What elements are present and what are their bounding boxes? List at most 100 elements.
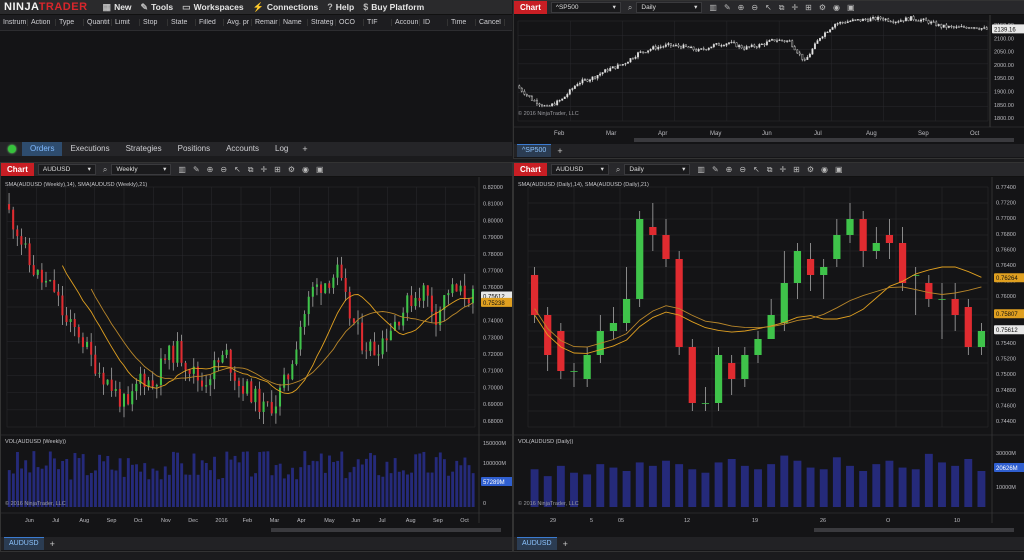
bar-chart-icon[interactable]: ▥ — [697, 165, 705, 174]
template-icon[interactable]: ◉ — [833, 3, 840, 12]
tab-strategies[interactable]: Strategies — [118, 142, 170, 156]
time-axis-label: Mar — [270, 518, 280, 524]
tab-executions[interactable]: Executions — [62, 142, 117, 156]
column-header[interactable]: Type — [56, 19, 84, 26]
pencil-icon[interactable]: ✎ — [712, 165, 719, 174]
pencil-icon[interactable]: ✎ — [193, 165, 200, 174]
search-icon[interactable]: ⌕ — [103, 165, 107, 175]
column-header[interactable]: Time — [448, 19, 476, 26]
volume-bar — [196, 474, 200, 507]
volume-bar — [911, 469, 920, 507]
tab-positions[interactable]: Positions — [170, 142, 218, 156]
indicators-icon[interactable]: ⊞ — [805, 3, 812, 12]
menu-connections[interactable]: ⚡ Connections — [253, 2, 319, 13]
zoom-out-icon[interactable]: ⊖ — [739, 165, 746, 174]
period-selector[interactable]: Daily ▾ — [624, 164, 691, 175]
menu-tools[interactable]: ✎ Tools — [141, 2, 174, 13]
pointer-icon[interactable]: ↖ — [765, 3, 772, 12]
tab-orders[interactable]: Orders — [22, 142, 63, 156]
zoom-out-icon[interactable]: ⊖ — [220, 165, 227, 174]
pencil-icon[interactable]: ✎ — [724, 3, 731, 12]
horizontal-scrollbar[interactable] — [814, 528, 1014, 532]
volume-bar — [130, 464, 134, 507]
tab-accounts[interactable]: Accounts — [218, 142, 267, 156]
zoom-in-icon[interactable]: ⊕ — [738, 3, 745, 12]
indicators-icon[interactable]: ⊞ — [274, 165, 281, 174]
price-axis-label: 0.77000 — [996, 216, 1016, 222]
add-tab-button[interactable]: + — [50, 539, 55, 549]
add-tab-button[interactable]: + — [557, 146, 562, 156]
audusd-weekly-chart[interactable]: SMA(AUDUSD (Weekly),14), SMA(AUDUSD (Wee… — [1, 177, 512, 537]
weekly-candle — [324, 283, 327, 295]
horizontal-scrollbar[interactable] — [271, 528, 501, 532]
column-header[interactable]: Limit — [112, 19, 140, 26]
price-axis-label: 0.74400 — [996, 419, 1016, 425]
tab-aud-weekly[interactable]: AUDUSD — [4, 537, 44, 550]
column-header[interactable]: Instrum — [0, 19, 28, 26]
copy-icon[interactable]: ⧉ — [779, 3, 785, 13]
menu-new[interactable]: ▦ New — [103, 2, 132, 13]
column-header[interactable]: Quantit — [84, 19, 112, 26]
column-header[interactable]: TIF — [364, 19, 392, 26]
bar-chart-icon[interactable]: ▥ — [178, 165, 186, 174]
period-selector[interactable]: Weekly ▾ — [111, 164, 172, 175]
column-header[interactable]: ID — [420, 19, 448, 26]
zoom-in-icon[interactable]: ⊕ — [207, 165, 214, 174]
properties-icon[interactable]: ▣ — [316, 165, 324, 174]
pointer-icon[interactable]: ↖ — [234, 165, 241, 174]
column-header[interactable]: State — [168, 19, 196, 26]
period-selector[interactable]: Daily ▾ — [636, 2, 703, 13]
properties-icon[interactable]: ▣ — [847, 3, 855, 12]
zoom-out-icon[interactable]: ⊖ — [751, 3, 758, 12]
template-icon[interactable]: ◉ — [302, 165, 309, 174]
zoom-in-icon[interactable]: ⊕ — [726, 165, 733, 174]
add-tab-button[interactable]: + — [563, 539, 568, 549]
menu-workspaces[interactable]: ▭ Workspaces — [182, 2, 243, 13]
volume-bar — [16, 451, 19, 507]
properties-icon[interactable]: ▣ — [835, 165, 843, 174]
time-axis-label: 29 — [550, 518, 556, 524]
strategies-icon[interactable]: ⚙ — [288, 165, 295, 174]
menu-help[interactable]: ? Help — [327, 2, 354, 13]
tab-spx[interactable]: ^SP500 — [517, 144, 552, 157]
chart-tab-bar: ^SP500 + — [514, 144, 1024, 157]
column-header[interactable]: Strateg — [308, 19, 336, 26]
copy-icon[interactable]: ⧉ — [767, 165, 773, 175]
bar-chart-icon[interactable]: ▥ — [709, 3, 717, 12]
copy-icon[interactable]: ⧉ — [248, 165, 254, 175]
column-header[interactable]: Remair — [252, 19, 280, 26]
volume-bar — [110, 469, 114, 507]
strategies-icon[interactable]: ⚙ — [819, 3, 826, 12]
instrument-selector[interactable]: ^SP500 ▾ — [550, 2, 621, 13]
tab-aud-daily[interactable]: AUDUSD — [517, 537, 557, 550]
indicators-icon[interactable]: ⊞ — [793, 165, 800, 174]
column-header[interactable]: Action — [28, 19, 56, 26]
menu-buy-platform[interactable]: $ Buy Platform — [363, 2, 424, 13]
sp500-candle — [568, 88, 571, 96]
instrument-selector[interactable]: AUDUSD ▾ — [37, 164, 96, 175]
sp500-price-chart[interactable]: 2150.002100.002050.002000.001950.001900.… — [514, 15, 1024, 144]
search-icon[interactable]: ⌕ — [628, 3, 632, 13]
column-header[interactable]: OCO — [336, 19, 364, 26]
instrument-selector[interactable]: AUDUSD ▾ — [550, 164, 609, 175]
pointer-icon[interactable]: ↖ — [753, 165, 760, 174]
crosshair-icon[interactable]: ✛ — [779, 165, 786, 174]
add-tab-button[interactable]: + — [302, 144, 307, 154]
indicator-label: SMA(AUDUSD (Weekly),14), SMA(AUDUSD (Wee… — [5, 182, 147, 188]
sp500-candle — [556, 99, 559, 106]
search-icon[interactable]: ⌕ — [616, 165, 620, 175]
crosshair-icon[interactable]: ✛ — [791, 3, 798, 12]
tab-log[interactable]: Log — [267, 142, 296, 156]
column-header[interactable]: Avg. pr — [224, 19, 252, 26]
column-header[interactable]: Stop — [140, 19, 168, 26]
audusd-daily-chart[interactable]: SMA(AUDUSD (Daily),14), SMA(AUDUSD (Dail… — [514, 177, 1024, 537]
strategies-icon[interactable]: ⚙ — [807, 165, 814, 174]
crosshair-icon[interactable]: ✛ — [260, 165, 267, 174]
column-header[interactable]: Accoun — [392, 19, 420, 26]
column-header[interactable]: Filled — [196, 19, 224, 26]
indicator-label: SMA(AUDUSD (Daily),14), SMA(AUDUSD (Dail… — [518, 182, 649, 188]
horizontal-scrollbar[interactable] — [634, 138, 1014, 142]
column-header[interactable]: Cancel — [476, 19, 505, 26]
template-icon[interactable]: ◉ — [821, 165, 828, 174]
column-header[interactable]: Name — [280, 19, 308, 26]
